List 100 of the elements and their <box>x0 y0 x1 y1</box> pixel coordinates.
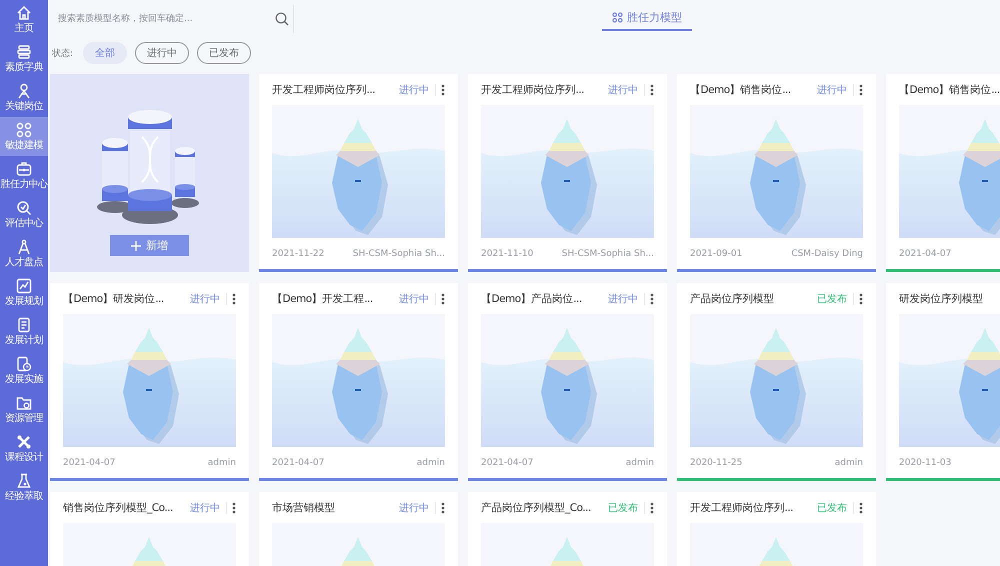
sidebar-item[interactable]: 人才盘点 <box>0 234 48 273</box>
more-icon[interactable] <box>859 502 863 514</box>
model-card[interactable]: 【Demo】销售岗位... 进行中 2021-09-01 CSM-Daisy Ding <box>677 74 876 272</box>
sidebar-item[interactable]: 发展规划 <box>0 273 48 312</box>
sidebar-label: 评估中心 <box>5 218 43 229</box>
sidebar-label: 主页 <box>14 23 34 34</box>
card-title: 【Demo】销售岗位... <box>899 82 1000 96</box>
more-icon[interactable] <box>859 292 863 304</box>
document-clock-icon <box>16 356 32 372</box>
sidebar-item[interactable]: 课程设计 <box>0 429 48 468</box>
document-icon <box>16 317 32 333</box>
card-title: 研发岗位序列模型 <box>899 292 984 306</box>
sidebar-item[interactable]: 素质字典 <box>0 39 48 78</box>
filter-chip[interactable]: 已发布 <box>197 42 252 64</box>
sidebar-label: 敏捷建模 <box>5 140 43 151</box>
person-icon <box>16 83 32 99</box>
nodes-icon <box>612 12 623 23</box>
sidebar-item[interactable]: 主页 <box>0 0 48 39</box>
card-author: SH-CSM-Sophia Sh... <box>352 248 445 258</box>
filter-label: 状态: <box>52 48 74 60</box>
model-card[interactable]: 【Demo】研发岗位... 进行中 2021-04-07 admin <box>50 283 249 481</box>
sidebar-label: 资源管理 <box>5 413 43 424</box>
sidebar-label: 素质字典 <box>5 62 43 73</box>
sidebar-label: 发展计划 <box>5 335 43 346</box>
card-date: 2021-09-01 <box>690 248 742 258</box>
status-label: 进行中 <box>608 84 638 96</box>
magnifier-icon <box>16 200 32 216</box>
card-author: CSM-Daisy Ding <box>791 248 863 258</box>
model-card[interactable]: 开发工程师岗位序列... 已发布 <box>677 492 876 566</box>
stack-icon <box>16 44 32 60</box>
sidebar-label: 经验萃取 <box>5 491 43 502</box>
model-card[interactable]: 研发岗位序列模型 2020-11-03 <box>886 283 1000 481</box>
card-title: 开发工程师岗位序列... <box>481 82 586 96</box>
more-icon[interactable] <box>441 502 445 514</box>
tab[interactable]: 胜任力模型 <box>602 6 692 31</box>
card-date: 2020-11-03 <box>899 458 952 468</box>
sidebar-label: 人才盘点 <box>5 257 43 268</box>
sidebar-item[interactable]: 关键岗位 <box>0 78 48 117</box>
sidebar-item[interactable]: 评估中心 <box>0 195 48 234</box>
card-title: 销售岗位序列模型_Co... <box>63 500 174 514</box>
sidebar-item[interactable]: 发展计划 <box>0 312 48 351</box>
filter-chip[interactable]: 进行中 <box>135 42 190 64</box>
more-icon[interactable] <box>232 502 236 514</box>
status-label: 进行中 <box>399 84 429 96</box>
status-label: 进行中 <box>190 292 220 306</box>
model-card[interactable]: 【Demo】产品岗位... 进行中 2021-04-07 admin <box>468 283 667 481</box>
sidebar-item[interactable]: 胜任力中心 <box>0 156 48 195</box>
card-title: 【Demo】销售岗位... <box>690 82 792 96</box>
model-card[interactable]: 开发工程师岗位序列... 进行中 2021-11-10 SH-CSM-Sophia Sh... <box>468 74 667 272</box>
search-icon[interactable] <box>275 12 289 26</box>
model-card[interactable]: 【Demo】开发工程... 进行中 2021-04-07 admin <box>259 283 458 481</box>
add-button[interactable]: 新增 <box>110 235 189 256</box>
home-icon <box>16 5 32 21</box>
more-icon[interactable] <box>441 292 445 304</box>
compass-icon <box>16 239 32 255</box>
flask-icon <box>16 473 32 489</box>
card-title: 【Demo】研发岗位... <box>63 292 165 306</box>
model-card[interactable]: 产品岗位序列模型 已发布 2020-11-25 admin <box>677 283 876 481</box>
model-card[interactable]: 开发工程师岗位序列... 进行中 2021-11-22 SH-CSM-Sophia Sh... <box>259 74 458 272</box>
card-title: 市场营销模型 <box>272 500 336 514</box>
more-icon[interactable] <box>650 84 654 96</box>
card-author: admin <box>208 458 236 468</box>
card-title: 产品岗位序列模型 <box>690 292 775 306</box>
sidebar-item[interactable]: 敏捷建模 <box>0 117 48 156</box>
card-date: 2021-04-07 <box>899 248 952 258</box>
briefcase-icon <box>16 161 32 177</box>
card-author: admin <box>626 458 654 468</box>
card-date: 2021-04-07 <box>63 458 116 468</box>
model-card[interactable]: 产品岗位序列模型_Co... 已发布 <box>468 492 667 566</box>
more-icon[interactable] <box>232 292 236 304</box>
card-date: 2020-11-25 <box>690 458 742 468</box>
model-card[interactable]: 销售岗位序列模型_Co... 进行中 <box>50 492 249 566</box>
sidebar-label: 关键岗位 <box>5 101 43 112</box>
nodes-icon <box>16 122 32 138</box>
search-field[interactable]: 搜索素质模型名称，按回车确定... <box>56 12 260 24</box>
more-icon[interactable] <box>859 84 863 96</box>
sidebar-label: 胜任力中心 <box>0 179 48 190</box>
status-label: 已发布 <box>817 502 847 514</box>
card-author: admin <box>416 458 445 468</box>
sidebar-label: 课程设计 <box>5 452 43 463</box>
card-date: 2021-11-10 <box>481 248 534 258</box>
folder-icon <box>16 395 32 411</box>
plus-icon <box>131 240 141 250</box>
sidebar-label: 发展实施 <box>5 374 43 385</box>
sidebar-item[interactable]: 发展实施 <box>0 351 48 390</box>
card-date: 2021-11-22 <box>272 248 324 258</box>
status-label: 已发布 <box>817 292 847 306</box>
card-title: 【Demo】开发工程... <box>272 292 374 306</box>
card-date: 2021-04-07 <box>272 458 324 468</box>
more-icon[interactable] <box>441 84 445 96</box>
more-icon[interactable] <box>650 502 654 514</box>
model-card[interactable]: 市场营销模型 进行中 <box>259 492 458 566</box>
card-title: 开发工程师岗位序列... <box>690 500 794 514</box>
sidebar-item[interactable]: 经验萃取 <box>0 468 48 507</box>
filter-chip[interactable]: 全部 <box>83 42 128 64</box>
sidebar-item[interactable]: 资源管理 <box>0 390 48 429</box>
model-card[interactable]: 【Demo】销售岗位... 2021-04-07 <box>886 74 1000 272</box>
sidebar-label: 发展规划 <box>5 296 43 307</box>
card-title: 开发工程师岗位序列... <box>272 82 376 96</box>
more-icon[interactable] <box>650 292 654 304</box>
